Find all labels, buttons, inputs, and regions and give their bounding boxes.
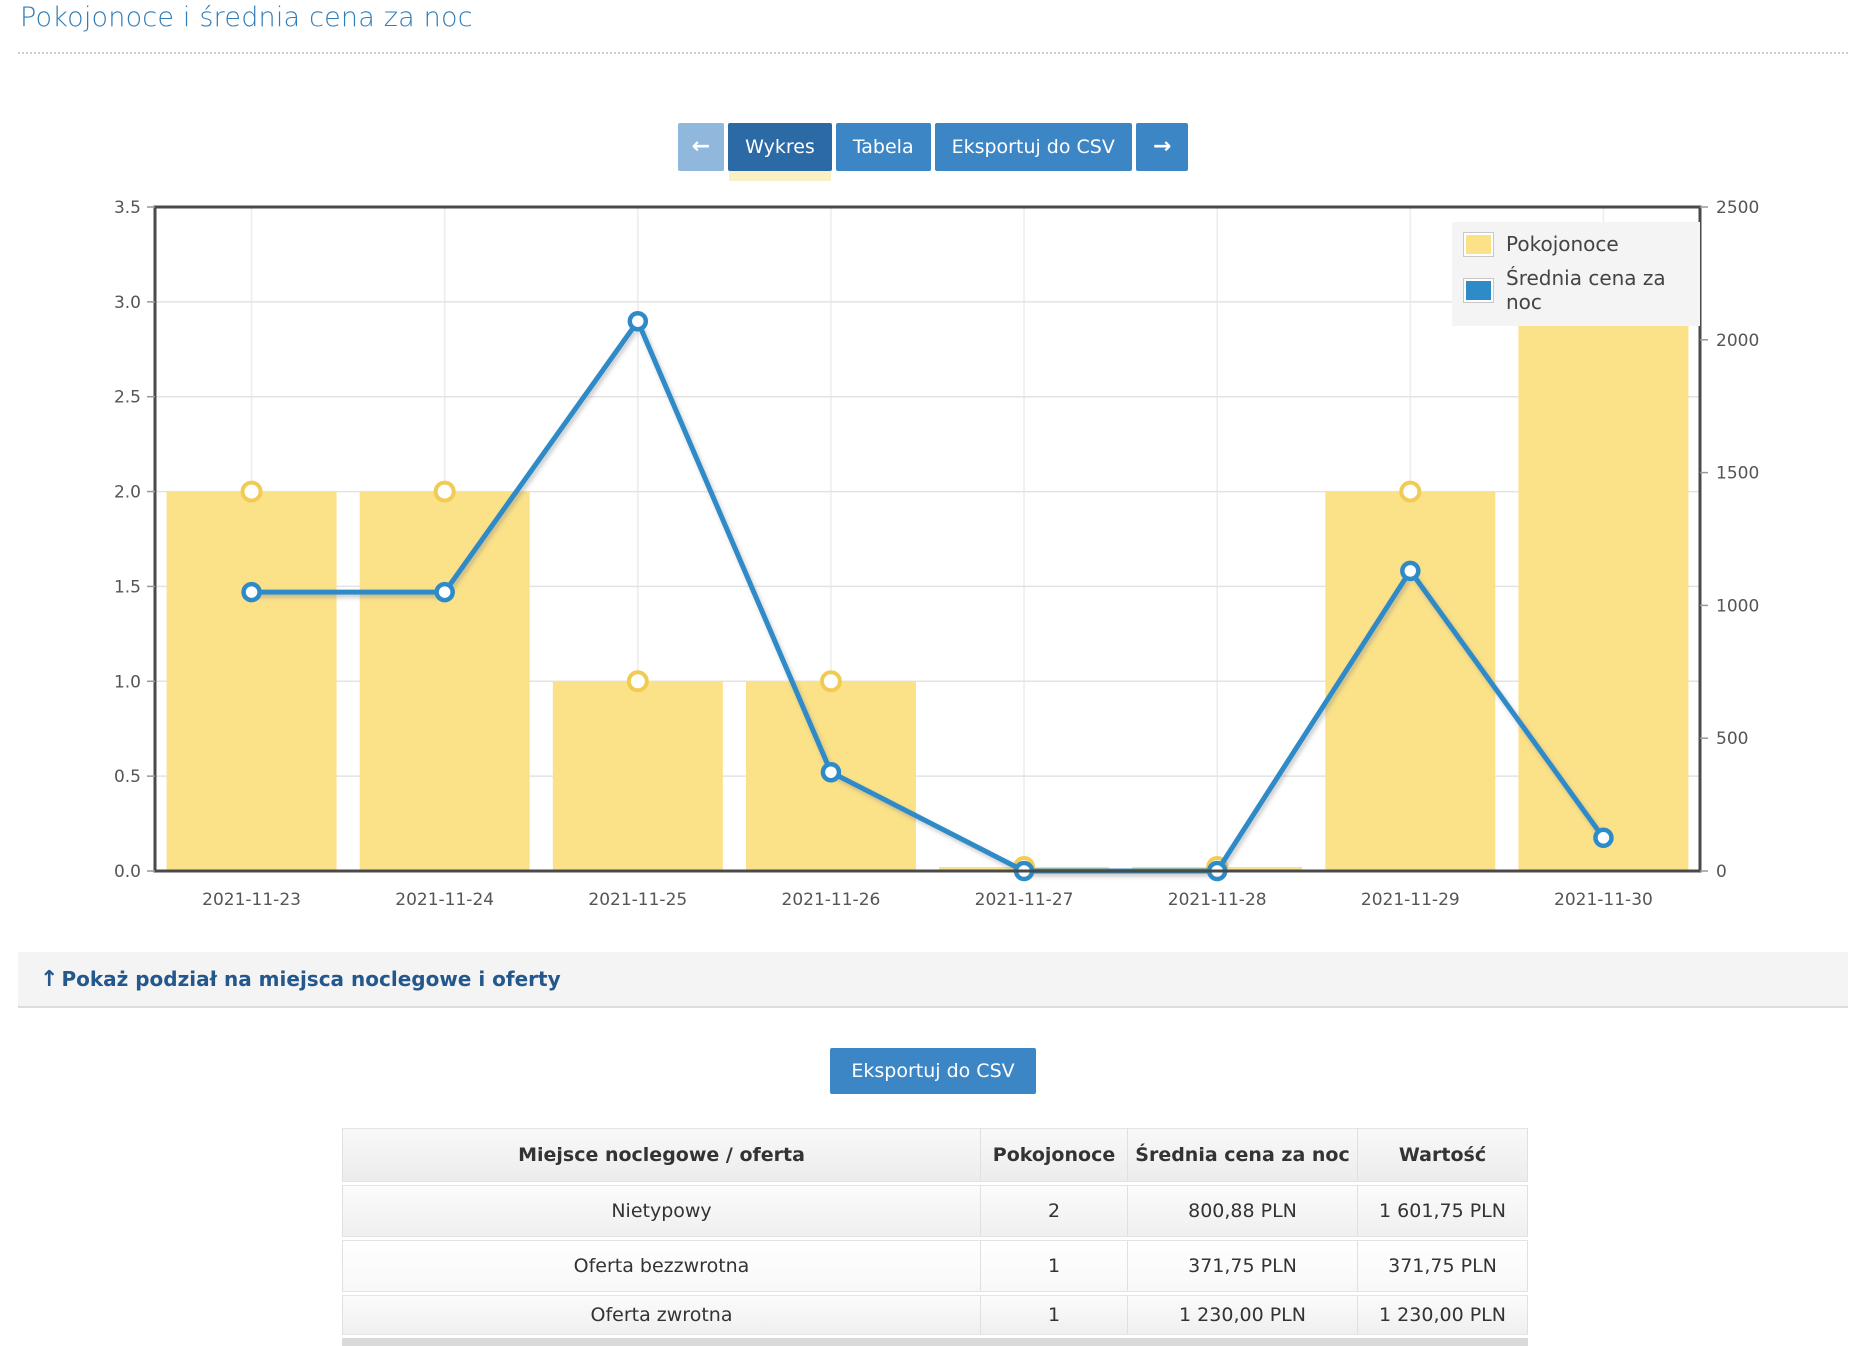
table-next-row-cut (342, 1338, 1528, 1346)
legend-label-pokojonoce: Pokojonoce (1506, 232, 1619, 256)
svg-text:2021-11-30: 2021-11-30 (1554, 890, 1653, 910)
svg-text:2021-11-28: 2021-11-28 (1168, 890, 1267, 910)
show-breakdown-band: ↑ Pokaż podział na miejsca noclegowe i o… (18, 952, 1848, 1008)
table-header-row: Miejsce noclegowe / oferta Pokojonoce Śr… (342, 1128, 1528, 1182)
cell-value: 1 230,00 PLN (1358, 1295, 1528, 1335)
header-pokojonoce: Pokojonoce (981, 1128, 1128, 1182)
table-row: Oferta zwrotna 1 1 230,00 PLN 1 230,00 P… (342, 1295, 1528, 1335)
svg-text:0.0: 0.0 (114, 862, 141, 882)
table-row: Oferta bezzwrotna 1 371,75 PLN 371,75 PL… (342, 1240, 1528, 1292)
breakdown-table: Miejsce noclegowe / oferta Pokojonoce Śr… (342, 1128, 1528, 1346)
cell-pokojonoce: 1 (981, 1295, 1128, 1335)
cell-value: 1 601,75 PLN (1358, 1185, 1528, 1237)
arrow-up-icon: ↑ (40, 967, 58, 992)
svg-text:1000: 1000 (1716, 596, 1759, 616)
legend-item-pokojonoce[interactable]: Pokojonoce (1452, 227, 1700, 261)
svg-text:2021-11-26: 2021-11-26 (782, 890, 881, 910)
svg-text:2021-11-27: 2021-11-27 (975, 890, 1074, 910)
cell-name: Oferta zwrotna (342, 1295, 981, 1335)
svg-text:2021-11-24: 2021-11-24 (395, 890, 494, 910)
svg-text:1.0: 1.0 (114, 672, 141, 692)
export-section: Eksportuj do CSV (0, 1048, 1866, 1094)
legend-label-srednia-cena: Średnia cena za noc (1506, 266, 1688, 314)
legend-swatch-line (1464, 279, 1493, 302)
export-csv-button[interactable]: Eksportuj do CSV (830, 1048, 1035, 1094)
cell-pokojonoce: 2 (981, 1185, 1128, 1237)
svg-text:2.0: 2.0 (114, 483, 141, 503)
right-axis: 0 500 1000 1500 2000 2500 (1700, 198, 1759, 882)
chart-legend: Pokojonoce Średnia cena za noc (1452, 222, 1700, 326)
cell-name: Oferta bezzwrotna (342, 1240, 981, 1292)
cell-avg: 800,88 PLN (1128, 1185, 1358, 1237)
svg-text:3.0: 3.0 (114, 293, 141, 313)
table-row: Nietypowy 2 800,88 PLN 1 601,75 PLN (342, 1185, 1528, 1237)
legend-swatch-bar (1464, 233, 1493, 256)
cell-pokojonoce: 1 (981, 1240, 1128, 1292)
pokojonoce-chart: 0.0 0.5 1.0 1.5 2.0 2.5 3.0 3.5 0 500 1000 1500 2000… (0, 0, 1866, 960)
x-axis-labels: 2021-11-23 2021-11-24 2021-11-25 2021-11-26… (202, 890, 1653, 910)
header-wartosc: Wartość (1358, 1128, 1528, 1182)
show-breakdown-label: Pokaż podział na miejsca noclegowe i ofe… (61, 967, 560, 991)
svg-text:3.5: 3.5 (114, 198, 141, 218)
svg-text:2021-11-29: 2021-11-29 (1361, 890, 1460, 910)
svg-text:2500: 2500 (1716, 198, 1759, 218)
svg-text:2021-11-23: 2021-11-23 (202, 890, 301, 910)
cell-name: Nietypowy (342, 1185, 981, 1237)
header-srednia-cena: Średnia cena za noc (1128, 1128, 1358, 1182)
svg-text:0.5: 0.5 (114, 767, 141, 787)
svg-text:2.5: 2.5 (114, 388, 141, 408)
svg-text:2021-11-25: 2021-11-25 (588, 890, 687, 910)
left-axis: 0.0 0.5 1.0 1.5 2.0 2.5 3.0 3.5 (114, 198, 155, 882)
svg-text:1500: 1500 (1716, 464, 1759, 484)
cell-avg: 1 230,00 PLN (1128, 1295, 1358, 1335)
cell-avg: 371,75 PLN (1128, 1240, 1358, 1292)
svg-text:1.5: 1.5 (114, 577, 141, 597)
chart-canvas[interactable]: 0.0 0.5 1.0 1.5 2.0 2.5 3.0 3.5 0 500 1000 1500 2000… (0, 0, 1866, 960)
svg-text:500: 500 (1716, 729, 1748, 749)
svg-text:0: 0 (1716, 862, 1727, 882)
svg-text:2000: 2000 (1716, 331, 1759, 351)
header-miejsce: Miejsce noclegowe / oferta (342, 1128, 981, 1182)
show-breakdown-link[interactable]: ↑ Pokaż podział na miejsca noclegowe i o… (40, 967, 561, 992)
legend-item-srednia-cena[interactable]: Średnia cena za noc (1452, 261, 1700, 319)
cell-value: 371,75 PLN (1358, 1240, 1528, 1292)
